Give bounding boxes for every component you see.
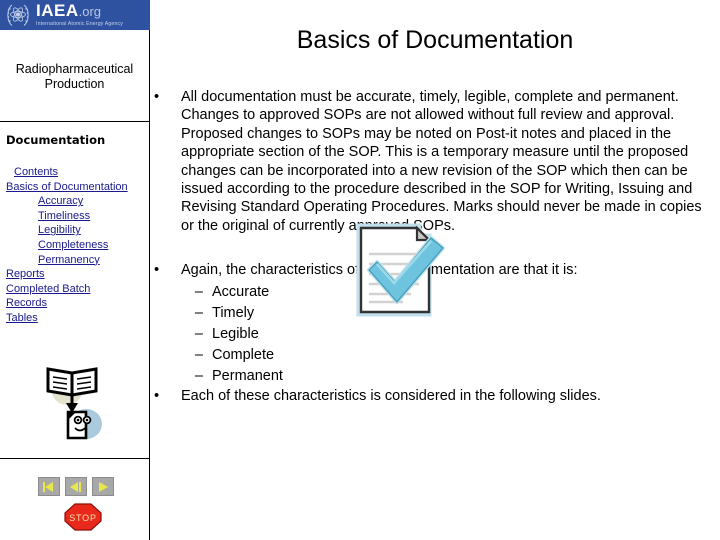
sidebar-item-completeness[interactable]: Completeness [0,238,149,253]
slide-navigation-buttons [38,477,114,496]
iaea-logo-bar: IAEA.org International Atomic Energy Age… [0,0,150,30]
sub-bullet-text: Accurate [212,283,270,300]
first-slide-icon [43,481,53,492]
sidebar-nav-list: Contents Basics of Documentation Accurac… [0,165,149,326]
sidebar-item-accuracy[interactable]: Accuracy [0,194,149,209]
sub-bullet-text: Permanent [212,367,283,384]
bullet-item: • Each of these characteristics is consi… [150,387,720,405]
sidebar-item-legibility[interactable]: Legibility [0,223,149,238]
sidebar-divider-bottom [0,458,149,459]
sidebar-item-completed-batch[interactable]: Completed Batch [0,282,149,297]
sidebar-item-timeliness[interactable]: Timeliness [0,209,149,224]
bullet-item: • All documentation must be accurate, ti… [150,88,720,235]
logo-tld: .org [78,4,102,19]
slide-content-area: Basics of Documentation • All documentat… [150,0,720,540]
open-book-to-document-icon [46,367,102,440]
sub-bullet-marker: – [194,304,203,321]
page-title: Basics of Documentation [296,26,574,54]
document-with-checkmark-icon [356,223,445,317]
sub-bullet-item: – Legible [150,324,720,345]
bullet-text: All documentation must be accurate, time… [181,89,702,234]
bullet-marker: • [154,89,160,105]
sidebar-item-tables[interactable]: Tables [0,311,149,326]
sub-bullet-marker: – [194,346,203,363]
sidebar-divider-top [0,121,149,122]
sidebar: IAEA.org International Atomic Energy Age… [0,0,150,540]
logo-wordmark: IAEA [36,1,79,20]
bullet-marker: • [154,387,160,404]
sub-bullet-text: Timely [212,304,255,321]
sidebar-item-basics-of-documentation[interactable]: Basics of Documentation [0,180,149,195]
iaea-atom-emblem-icon [7,4,29,26]
stop-button[interactable]: STOP [64,503,102,531]
stop-button-label: STOP [69,513,97,523]
first-slide-button[interactable] [38,477,60,496]
previous-slide-icon [70,481,81,492]
sub-bullet-item: – Complete [150,345,720,366]
previous-slide-button[interactable] [65,477,87,496]
sub-bullet-text: Legible [212,325,259,342]
sub-bullet-marker: – [194,325,203,342]
sub-bullet-marker: – [194,367,203,384]
sidebar-section-heading: Documentation [6,133,106,147]
course-title: Radiopharmaceutical Production [15,62,134,91]
sidebar-item-contents[interactable]: Contents [0,165,149,180]
next-slide-icon [99,481,108,492]
bullet-text: Each of these characteristics is conside… [181,387,601,404]
sidebar-item-reports[interactable]: Reports [0,267,149,282]
sub-bullet-item: – Permanent [150,366,720,387]
sub-bullet-marker: – [194,283,203,300]
next-slide-button[interactable] [92,477,114,496]
sidebar-item-records[interactable]: Records [0,296,149,311]
bullet-marker: • [154,262,160,279]
sub-bullet-text: Complete [212,346,275,363]
iaea-logo-text: IAEA.org International Atomic Energy Age… [36,2,123,27]
logo-subtitle: International Atomic Energy Agency [36,21,123,27]
sidebar-item-permanency[interactable]: Permanency [0,253,149,268]
